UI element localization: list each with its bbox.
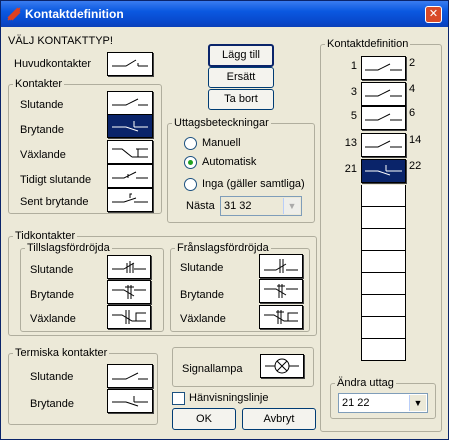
symbol-till-slutande[interactable] xyxy=(107,255,151,279)
contact-symbol-icon xyxy=(365,89,402,97)
empty-slot[interactable] xyxy=(361,273,406,295)
tillslag-legend: Tillslagsfördröjda xyxy=(27,242,110,254)
termiska-label: Brytande xyxy=(30,398,75,410)
radio-inga[interactable] xyxy=(184,178,197,191)
radio-manuell[interactable] xyxy=(184,137,197,150)
contact-left-number: 13 xyxy=(344,137,357,149)
symbol-brytande[interactable] xyxy=(107,114,153,138)
contact-left-number: 3 xyxy=(350,86,357,98)
change-uttag-legend: Ändra uttag xyxy=(337,377,394,389)
tillslag-label: Slutande xyxy=(30,264,74,276)
franslag-label: Slutande xyxy=(180,262,224,274)
next-label: Nästa xyxy=(186,200,215,212)
change-uttag-select[interactable]: 21 22 ▼ xyxy=(338,393,428,413)
tillslag-label: Växlande xyxy=(30,313,76,325)
contact-left-number: 21 xyxy=(344,163,357,175)
contact-left-number: 1 xyxy=(350,60,357,72)
contact-right-number: 2 xyxy=(409,57,416,69)
symbol-termisk-brytande[interactable] xyxy=(107,389,153,413)
contact-right-number: 22 xyxy=(409,160,422,172)
reference-line-label: Hänvisningslinje xyxy=(189,392,269,404)
kontakter-legend: Kontakter xyxy=(15,78,63,90)
definition-contact[interactable] xyxy=(361,159,406,183)
contact-symbol-icon xyxy=(365,165,402,176)
empty-slot[interactable] xyxy=(361,229,406,251)
franslag-label: Växlande xyxy=(180,313,226,325)
symbol-fran-brytande[interactable] xyxy=(259,279,303,303)
franslag-legend: Frånslagsfördröjda xyxy=(177,242,269,254)
contact-right-number: 4 xyxy=(409,83,416,95)
replace-button[interactable]: Ersätt xyxy=(208,67,274,88)
title-bar[interactable]: Kontaktdefinition ✕ xyxy=(1,1,448,27)
remove-button[interactable]: Ta bort xyxy=(208,89,274,110)
close-icon: ✕ xyxy=(428,8,439,20)
radio-manuell-label: Manuell xyxy=(202,137,241,149)
definition-legend: Kontaktdefinition xyxy=(327,38,409,50)
termiska-label: Slutande xyxy=(30,371,74,383)
empty-slot[interactable] xyxy=(361,339,406,361)
kontakter-label: Tidigt slutande xyxy=(20,174,92,186)
kontakter-label: Brytande xyxy=(20,124,65,136)
kontakter-label: Slutande xyxy=(20,99,64,111)
symbol-till-vaxlande[interactable] xyxy=(107,305,151,329)
uttag-legend: Uttagsbeteckningar xyxy=(174,117,269,129)
app-icon xyxy=(7,7,21,21)
empty-slot[interactable] xyxy=(361,185,406,207)
kontakter-label: Sent brytande xyxy=(20,196,89,208)
symbol-fran-slutande[interactable] xyxy=(259,254,303,278)
contact-left-number: 5 xyxy=(350,110,357,122)
window-title: Kontaktdefinition xyxy=(25,7,124,21)
definition-contact[interactable] xyxy=(361,106,406,130)
next-select[interactable]: 31 32 ▼ xyxy=(220,196,302,216)
definition-contact[interactable] xyxy=(361,133,406,157)
contact-right-number: 14 xyxy=(409,134,422,146)
tidkontakter-legend: Tidkontakter xyxy=(15,230,76,242)
contact-symbol-icon xyxy=(365,113,402,121)
chevron-down-icon: ▼ xyxy=(283,198,300,214)
contact-right-number: 6 xyxy=(409,107,416,119)
tillslag-label: Brytande xyxy=(30,289,75,301)
radio-inga-label: Inga (gäller samtliga) xyxy=(202,178,305,190)
contact-symbol-icon xyxy=(365,63,402,71)
add-button[interactable]: Lägg till xyxy=(208,44,274,67)
next-value: 31 32 xyxy=(224,200,252,212)
contact-symbol-icon xyxy=(365,140,402,148)
kontakter-label: Växlande xyxy=(20,149,66,161)
main-contact-symbol[interactable] xyxy=(107,52,153,76)
radio-automatisk-label: Automatisk xyxy=(202,156,257,168)
radio-automatisk[interactable] xyxy=(184,156,197,169)
signal-label: Signallampa xyxy=(182,363,243,375)
signal-lamp-symbol[interactable] xyxy=(260,354,304,378)
cancel-button[interactable]: Avbryt xyxy=(242,408,316,430)
change-uttag-value: 21 22 xyxy=(342,397,370,409)
empty-slot[interactable] xyxy=(361,251,406,273)
empty-slot[interactable] xyxy=(361,207,406,229)
ok-button[interactable]: OK xyxy=(172,408,236,430)
symbol-vaxlande[interactable] xyxy=(107,140,153,164)
definition-contact[interactable] xyxy=(361,56,406,80)
symbol-termisk-slutande[interactable] xyxy=(107,364,153,388)
close-button[interactable]: ✕ xyxy=(425,6,442,23)
chevron-down-icon: ▼ xyxy=(409,395,426,411)
main-contact-label: Huvudkontakter xyxy=(14,58,92,70)
symbol-fran-vaxlande[interactable] xyxy=(259,305,303,329)
franslag-label: Brytande xyxy=(180,289,225,301)
symbol-till-brytande[interactable] xyxy=(107,280,151,304)
termiska-legend: Termiska kontakter xyxy=(15,347,108,359)
definition-contact[interactable] xyxy=(361,82,406,106)
symbol-tidigt-slutande[interactable] xyxy=(107,164,153,188)
page-heading: VÄLJ KONTAKTTYP! xyxy=(8,35,113,47)
empty-slot[interactable] xyxy=(361,295,406,317)
symbol-slutande[interactable] xyxy=(107,91,153,115)
empty-slot[interactable] xyxy=(361,317,406,339)
symbol-sent-brytande[interactable] xyxy=(107,188,153,212)
reference-line-checkbox[interactable] xyxy=(172,392,185,405)
